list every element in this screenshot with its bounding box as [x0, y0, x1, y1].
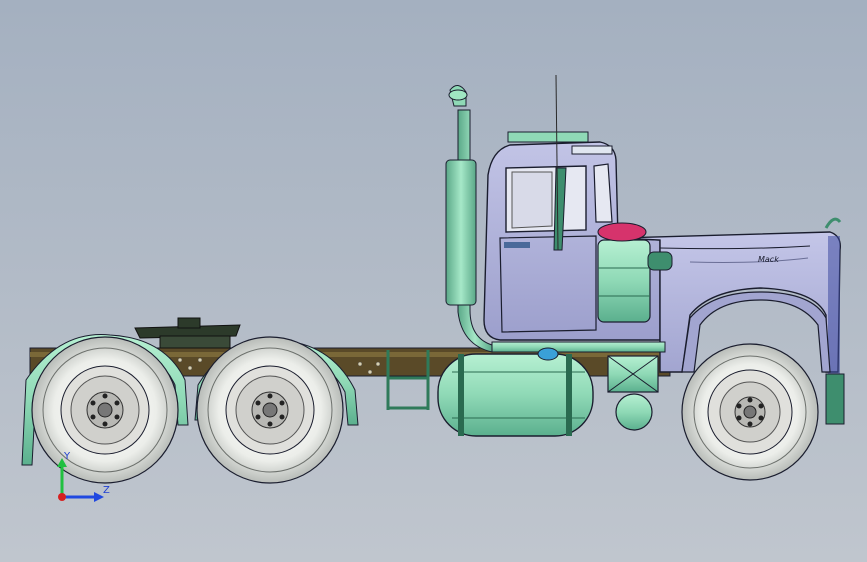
- fuel-tank[interactable]: [437, 347, 594, 437]
- battery-box[interactable]: [607, 355, 659, 393]
- cab-logo: Mack: [758, 255, 779, 264]
- crossover-pipe[interactable]: [491, 341, 666, 353]
- front-bumper[interactable]: [825, 373, 845, 425]
- fifth-wheel[interactable]: [134, 317, 241, 349]
- z-axis-label: Z: [103, 485, 110, 496]
- truck-model[interactable]: Mack: [0, 0, 867, 562]
- front-tire[interactable]: [681, 343, 819, 481]
- y-axis-label: Y: [64, 451, 71, 462]
- air-tank[interactable]: [615, 393, 653, 431]
- coordinate-triad: Y Z: [48, 451, 118, 510]
- graphics-viewport[interactable]: Mack Y Z: [0, 0, 867, 562]
- rear-tire-2[interactable]: [196, 336, 344, 484]
